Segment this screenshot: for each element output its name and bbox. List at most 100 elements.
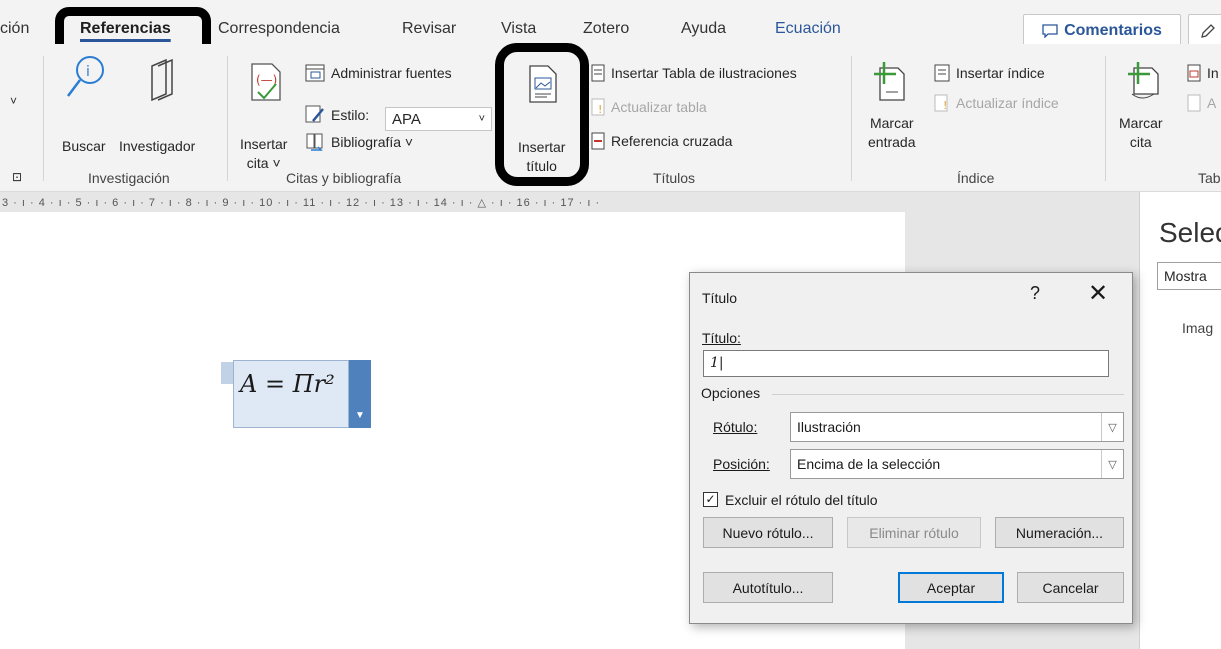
- actualizar-tabla-autoridades-button[interactable]: A: [1187, 94, 1216, 112]
- referencia-cruzada-label: Referencia cruzada: [611, 133, 733, 149]
- table-of-authorities-icon: [1187, 64, 1201, 82]
- investigador-button[interactable]: Investigador: [119, 137, 195, 156]
- nuevo-rotulo-button[interactable]: Nuevo rótulo...: [703, 517, 833, 548]
- insertar-tabla-autoridades-button[interactable]: In: [1187, 64, 1219, 82]
- equation-options-button[interactable]: ▼: [349, 360, 371, 428]
- comments-label: Comentarios: [1064, 21, 1162, 39]
- insertar-indice-label: Insertar índice: [956, 65, 1045, 81]
- administrar-fuentes-button[interactable]: Administrar fuentes: [305, 64, 452, 82]
- group-label-tabla-autoridades: Tab: [1198, 170, 1221, 186]
- chevron-down-icon: ▽: [1101, 450, 1123, 478]
- posicion-select[interactable]: Encima de la selección ▽: [790, 449, 1124, 479]
- excluir-label: Excluir el rótulo del título: [725, 492, 878, 508]
- buscar-button[interactable]: Buscar: [62, 137, 106, 156]
- insertar-tabla-ilustraciones-button[interactable]: Insertar Tabla de ilustraciones: [591, 64, 797, 82]
- show-all-button[interactable]: Mostra: [1157, 262, 1221, 290]
- cancelar-button[interactable]: Cancelar: [1017, 572, 1124, 603]
- cross-reference-icon: [591, 132, 605, 150]
- actualizar-indice-label: Actualizar índice: [956, 95, 1059, 111]
- group-separator: [43, 56, 44, 181]
- tab-ecuacion[interactable]: Ecuación: [775, 20, 841, 38]
- tab-zotero[interactable]: Zotero: [583, 20, 629, 38]
- marcar-cita-line1: Marcar: [1119, 115, 1163, 131]
- marcar-cita-button[interactable]: Marcar cita: [1119, 114, 1163, 152]
- dialog-title: Título: [702, 290, 738, 306]
- marcar-cita-line2: cita: [1129, 134, 1152, 150]
- tab-insertar-partial[interactable]: ción: [0, 20, 29, 38]
- estilo-value: APA: [392, 110, 421, 128]
- chevron-down-icon: ˅: [478, 113, 485, 125]
- opciones-separator: [772, 394, 1124, 395]
- titulo-input[interactable]: 1|: [703, 350, 1109, 377]
- estilo-text: Estilo:: [331, 107, 370, 123]
- selection-pane: [1139, 192, 1221, 649]
- insertar-cita-button[interactable]: Insertar cita ˅: [240, 135, 287, 173]
- tab-vista[interactable]: Vista: [501, 20, 536, 38]
- equation-drag-handle[interactable]: [221, 362, 233, 384]
- marcar-entrada-line2: entrada: [868, 134, 916, 150]
- group-separator: [227, 56, 228, 181]
- ruler-margin: [905, 192, 1139, 212]
- estilo-select[interactable]: APA ˅: [385, 107, 492, 131]
- opciones-label: Opciones: [701, 385, 761, 401]
- rotulo-value: Ilustración: [797, 419, 861, 435]
- group-label-citas: Citas y bibliografía: [286, 170, 402, 186]
- group-label-investigacion: Investigación: [88, 170, 170, 186]
- posicion-value: Encima de la selección: [797, 456, 941, 472]
- insert-index-icon: [934, 64, 950, 82]
- ruler-scale: 3 · ı · 4 · ı · 5 · ı · 6 · ı · 7 · ı · …: [2, 196, 601, 209]
- actualizar-indice-button[interactable]: ! Actualizar índice: [934, 94, 1059, 112]
- excluir-checkbox[interactable]: ✓: [703, 492, 718, 507]
- autotitulo-button[interactable]: Autotítulo...: [703, 572, 833, 603]
- dialog-launcher-icon[interactable]: ⊡: [12, 170, 22, 184]
- mark-entry-icon: [874, 62, 905, 101]
- checkmark-icon: ✓: [705, 492, 716, 506]
- comments-button[interactable]: Comentarios: [1023, 14, 1181, 47]
- actualizar-tabla-label: Actualizar tabla: [611, 99, 707, 115]
- researcher-icon: [151, 58, 173, 102]
- equation-text: A = Πr²: [240, 370, 335, 398]
- numeracion-button[interactable]: Numeración...: [995, 517, 1124, 548]
- caption-dialog: Título ? ✕ Título: 1| Opciones Rótulo: I…: [689, 272, 1133, 624]
- chevron-down-icon[interactable]: ˅: [10, 94, 17, 108]
- pencil-icon: [1201, 23, 1215, 38]
- editing-button[interactable]: [1188, 14, 1221, 47]
- tab-correspondencia[interactable]: Correspondencia: [218, 20, 340, 38]
- mark-citation-icon: [1128, 62, 1159, 99]
- manage-sources-icon: [305, 64, 325, 82]
- style-brush-icon: [305, 105, 324, 123]
- marcar-entrada-button[interactable]: Marcar entrada: [868, 114, 915, 152]
- eliminar-rotulo-button[interactable]: Eliminar rótulo: [847, 517, 981, 548]
- titulo-label: Título:: [702, 330, 741, 346]
- svg-text:!: !: [598, 103, 602, 116]
- actualizar-tabla-button[interactable]: ! Actualizar tabla: [591, 98, 707, 116]
- actualizar-tabla-autoridades-label: A: [1207, 95, 1217, 111]
- rotulo-label: Rótulo:: [713, 419, 758, 435]
- bibliography-icon: [306, 133, 323, 151]
- horizontal-ruler[interactable]: 3 · ı · 4 · ı · 5 · ı · 6 · ı · 7 · ı · …: [0, 192, 905, 212]
- group-label-titulos: Títulos: [653, 170, 696, 186]
- insertar-tabla-autoridades-label: In: [1207, 65, 1219, 81]
- rotulo-select[interactable]: Ilustración ▽: [790, 412, 1124, 442]
- pane-item[interactable]: Imag: [1182, 320, 1213, 336]
- help-button[interactable]: ?: [1030, 283, 1040, 304]
- aceptar-button[interactable]: Aceptar: [898, 572, 1004, 603]
- tab-revisar[interactable]: Revisar: [402, 20, 456, 38]
- marcar-entrada-line1: Marcar: [869, 115, 914, 131]
- highlight-insertar-titulo: [495, 43, 589, 186]
- insertar-indice-button[interactable]: Insertar índice: [934, 64, 1045, 82]
- estilo-label: Estilo:: [305, 105, 369, 125]
- text-cursor: |: [718, 355, 724, 371]
- update-authorities-icon: [1187, 94, 1201, 112]
- bibliografia-button[interactable]: Bibliografía ˅: [305, 132, 413, 152]
- group-label-indice: Índice: [957, 170, 995, 186]
- close-icon[interactable]: ✕: [1088, 279, 1108, 307]
- ribbon: ˅ ⊡ i Buscar Investigador Investigación …: [0, 44, 1221, 192]
- insertar-cita-line2: cita ˅: [246, 155, 281, 171]
- tab-ayuda[interactable]: Ayuda: [681, 20, 726, 38]
- administrar-fuentes-label: Administrar fuentes: [331, 65, 452, 81]
- svg-text:!: !: [943, 99, 947, 112]
- svg-text:i: i: [86, 64, 90, 80]
- referencia-cruzada-button[interactable]: Referencia cruzada: [591, 132, 732, 150]
- pane-title: Selec: [1159, 217, 1221, 248]
